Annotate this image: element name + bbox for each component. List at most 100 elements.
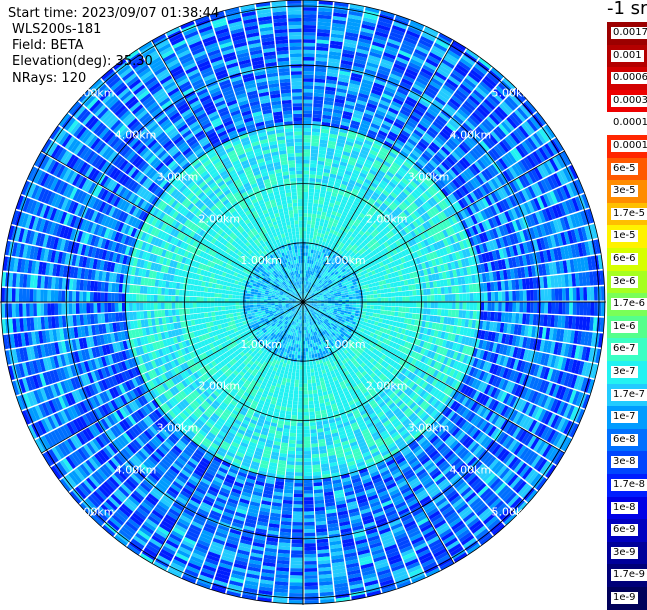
ppi-gate	[360, 296, 364, 299]
ppi-gate	[309, 245, 312, 249]
ppi-gate	[465, 285, 469, 293]
ppi-gate	[502, 291, 506, 301]
ppi-gate	[388, 302, 392, 306]
ppi-gate	[370, 298, 374, 301]
ppi-gate	[303, 103, 312, 107]
ppi-gate	[534, 290, 538, 301]
ppi-gate	[315, 221, 319, 225]
ppi-gate	[398, 307, 402, 312]
ppi-gate	[303, 124, 311, 128]
ppi-gate	[338, 298, 342, 300]
ppi-gate	[303, 245, 306, 249]
ppi-gate	[459, 302, 463, 310]
ppi-gate	[308, 253, 311, 257]
ppi-gate	[303, 178, 309, 182]
ppi-gate	[345, 309, 349, 312]
ppi-gate	[314, 493, 323, 497]
ppi-gate	[413, 308, 417, 314]
ppi-gate	[576, 302, 580, 315]
ppi-gate	[355, 310, 359, 313]
ppi-gate	[309, 242, 312, 246]
ppi-gate	[310, 164, 317, 168]
ppi-gate	[374, 294, 378, 298]
ppi-gate	[335, 298, 339, 300]
ppi-gate	[416, 308, 420, 314]
ppi-gate	[310, 253, 313, 257]
ppi-gate	[312, 128, 320, 132]
ppi-gate	[505, 302, 509, 312]
ppi-gate	[310, 365, 314, 369]
ppi-gate	[315, 189, 321, 193]
ppi-gate	[312, 210, 317, 214]
ppi-gate	[306, 362, 309, 366]
ppi-gate	[583, 302, 587, 315]
ppi-gate	[307, 380, 311, 384]
ppi-gate	[573, 302, 577, 315]
ppi-gate	[376, 314, 380, 318]
ppi-gate	[303, 210, 307, 214]
ppi-gate	[483, 283, 487, 292]
ppi-gate	[328, 303, 332, 305]
ppi-gate	[310, 419, 316, 423]
ppi-gate	[401, 286, 405, 291]
ppi-gate	[305, 334, 307, 338]
ppi-gate	[309, 404, 314, 408]
ppi-gate	[352, 291, 356, 294]
ppi-gate	[445, 302, 449, 309]
ppi-gate	[437, 288, 441, 295]
ppi-gate	[303, 153, 310, 157]
ppi-gate	[580, 287, 584, 300]
ppi-gate	[303, 32, 316, 36]
ppi-gate	[378, 302, 382, 306]
ppi-gate	[370, 302, 374, 305]
ppi-gate	[368, 316, 372, 320]
ppi-gate	[374, 298, 378, 302]
ppi-gate	[316, 178, 322, 182]
ppi-gate	[314, 196, 319, 200]
ppi-gate	[384, 293, 388, 297]
ppi-gate	[370, 309, 374, 313]
ppi-gate	[308, 383, 312, 387]
ppi-gate	[312, 217, 316, 221]
ppi-gate	[388, 293, 392, 297]
ppi-gate	[314, 93, 324, 97]
ppi-gate	[448, 286, 452, 293]
ppi-gate	[311, 153, 318, 157]
ppi-gate	[303, 242, 306, 246]
ppi-gate	[405, 313, 409, 318]
ppi-gate	[367, 305, 371, 308]
ppi-gate	[562, 288, 566, 300]
ppi-gate	[366, 291, 370, 295]
ppi-gate	[303, 235, 306, 239]
ppi-gate	[310, 157, 317, 161]
ppi-gate	[303, 114, 312, 118]
ppi-gate	[380, 310, 384, 314]
ppi-gate	[303, 224, 307, 228]
ppi-gate	[314, 96, 324, 100]
ppi-gate	[379, 285, 383, 289]
ppi-gate	[309, 178, 315, 182]
ppi-gate	[409, 302, 413, 307]
ppi-gate	[384, 289, 388, 293]
ppi-gate	[307, 341, 309, 345]
ppi-gate	[308, 199, 313, 203]
ppi-gate	[312, 454, 320, 458]
ppi-gate	[466, 302, 470, 310]
ppi-gate	[308, 249, 311, 253]
ppi-gate	[537, 290, 541, 301]
ppi-gate	[303, 199, 308, 203]
ppi-gate	[307, 337, 309, 341]
ppi-gate	[373, 309, 377, 313]
ppi-gate	[306, 238, 309, 242]
ppi-gate	[316, 360, 320, 364]
ppi-gate	[304, 270, 306, 274]
ppi-gate	[310, 228, 314, 232]
ppi-gate	[452, 302, 456, 309]
ppi-gate	[307, 228, 311, 232]
ppi-gate	[308, 387, 312, 391]
ppi-gate	[314, 400, 319, 404]
ppi-gate	[434, 295, 438, 301]
ppi-gate	[313, 472, 321, 476]
ppi-gate	[594, 302, 598, 316]
ppi-gate	[308, 348, 311, 352]
